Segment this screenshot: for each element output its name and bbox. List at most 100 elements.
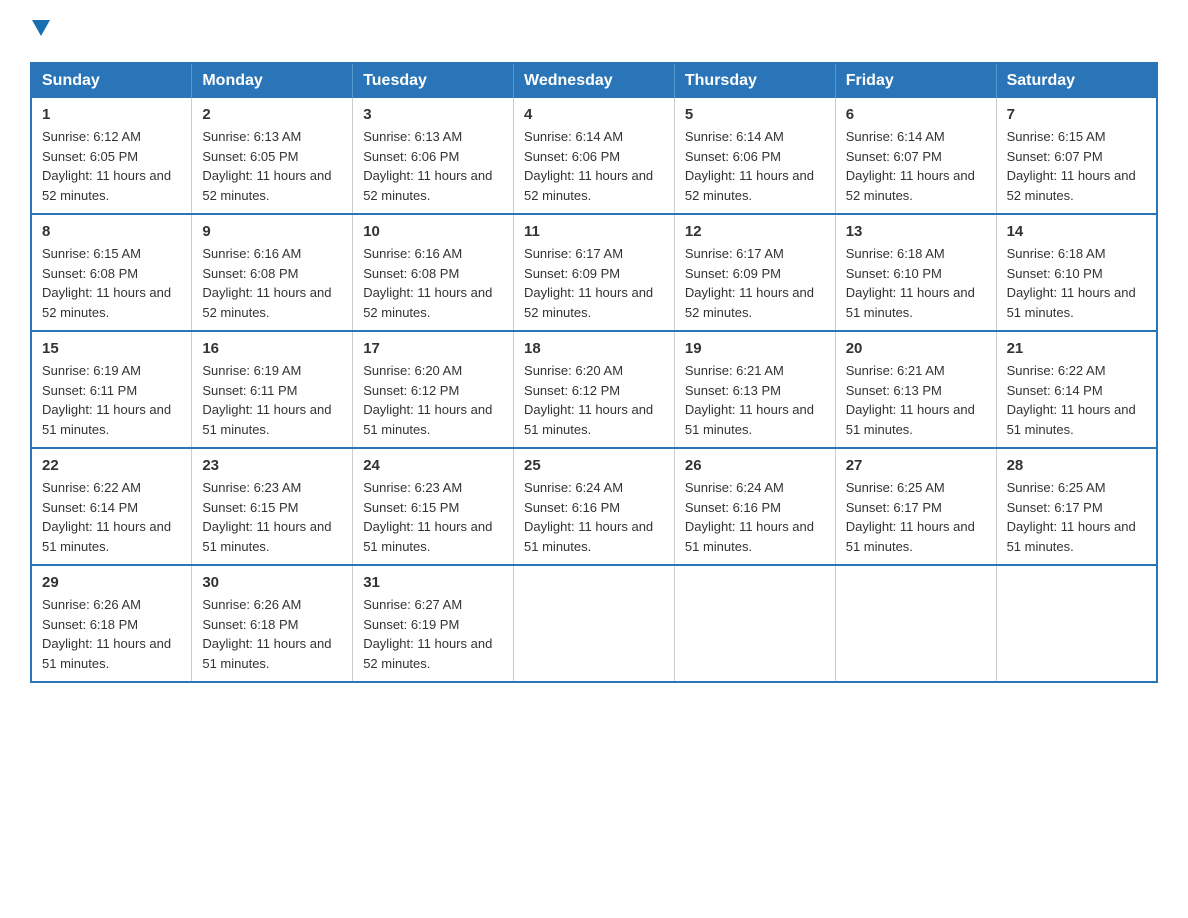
day-number: 1 — [42, 106, 181, 123]
calendar-cell: 4 Sunrise: 6:14 AMSunset: 6:06 PMDayligh… — [514, 98, 675, 214]
day-info: Sunrise: 6:21 AMSunset: 6:13 PMDaylight:… — [846, 363, 975, 437]
column-header-tuesday: Tuesday — [353, 63, 514, 98]
column-header-thursday: Thursday — [674, 63, 835, 98]
day-info: Sunrise: 6:20 AMSunset: 6:12 PMDaylight:… — [363, 363, 492, 437]
day-info: Sunrise: 6:13 AMSunset: 6:05 PMDaylight:… — [202, 129, 331, 203]
day-info: Sunrise: 6:18 AMSunset: 6:10 PMDaylight:… — [846, 246, 975, 320]
calendar-cell: 2 Sunrise: 6:13 AMSunset: 6:05 PMDayligh… — [192, 98, 353, 214]
calendar-cell: 12 Sunrise: 6:17 AMSunset: 6:09 PMDaylig… — [674, 214, 835, 331]
calendar-cell — [835, 565, 996, 682]
day-number: 3 — [363, 106, 503, 123]
day-number: 17 — [363, 340, 503, 357]
calendar-week-row: 1 Sunrise: 6:12 AMSunset: 6:05 PMDayligh… — [31, 98, 1157, 214]
day-info: Sunrise: 6:19 AMSunset: 6:11 PMDaylight:… — [42, 363, 171, 437]
day-info: Sunrise: 6:24 AMSunset: 6:16 PMDaylight:… — [524, 480, 653, 554]
calendar-table: SundayMondayTuesdayWednesdayThursdayFrid… — [30, 62, 1158, 683]
day-number: 28 — [1007, 457, 1146, 474]
day-info: Sunrise: 6:15 AMSunset: 6:07 PMDaylight:… — [1007, 129, 1136, 203]
calendar-cell: 1 Sunrise: 6:12 AMSunset: 6:05 PMDayligh… — [31, 98, 192, 214]
day-info: Sunrise: 6:27 AMSunset: 6:19 PMDaylight:… — [363, 597, 492, 671]
calendar-cell: 20 Sunrise: 6:21 AMSunset: 6:13 PMDaylig… — [835, 331, 996, 448]
day-number: 18 — [524, 340, 664, 357]
day-number: 4 — [524, 106, 664, 123]
calendar-cell: 16 Sunrise: 6:19 AMSunset: 6:11 PMDaylig… — [192, 331, 353, 448]
calendar-cell: 18 Sunrise: 6:20 AMSunset: 6:12 PMDaylig… — [514, 331, 675, 448]
calendar-cell: 15 Sunrise: 6:19 AMSunset: 6:11 PMDaylig… — [31, 331, 192, 448]
calendar-cell: 21 Sunrise: 6:22 AMSunset: 6:14 PMDaylig… — [996, 331, 1157, 448]
day-number: 8 — [42, 223, 181, 240]
day-info: Sunrise: 6:26 AMSunset: 6:18 PMDaylight:… — [42, 597, 171, 671]
day-number: 30 — [202, 574, 342, 591]
column-header-saturday: Saturday — [996, 63, 1157, 98]
day-info: Sunrise: 6:25 AMSunset: 6:17 PMDaylight:… — [846, 480, 975, 554]
day-number: 23 — [202, 457, 342, 474]
day-number: 25 — [524, 457, 664, 474]
day-number: 6 — [846, 106, 986, 123]
page-header — [30, 20, 1158, 42]
calendar-cell — [514, 565, 675, 682]
day-info: Sunrise: 6:14 AMSunset: 6:07 PMDaylight:… — [846, 129, 975, 203]
day-number: 27 — [846, 457, 986, 474]
calendar-cell: 30 Sunrise: 6:26 AMSunset: 6:18 PMDaylig… — [192, 565, 353, 682]
day-info: Sunrise: 6:14 AMSunset: 6:06 PMDaylight:… — [685, 129, 814, 203]
column-header-friday: Friday — [835, 63, 996, 98]
day-number: 22 — [42, 457, 181, 474]
day-number: 14 — [1007, 223, 1146, 240]
day-info: Sunrise: 6:17 AMSunset: 6:09 PMDaylight:… — [685, 246, 814, 320]
calendar-cell — [996, 565, 1157, 682]
day-info: Sunrise: 6:25 AMSunset: 6:17 PMDaylight:… — [1007, 480, 1136, 554]
day-number: 24 — [363, 457, 503, 474]
calendar-cell: 9 Sunrise: 6:16 AMSunset: 6:08 PMDayligh… — [192, 214, 353, 331]
day-number: 19 — [685, 340, 825, 357]
calendar-header-row: SundayMondayTuesdayWednesdayThursdayFrid… — [31, 63, 1157, 98]
day-info: Sunrise: 6:18 AMSunset: 6:10 PMDaylight:… — [1007, 246, 1136, 320]
calendar-cell: 23 Sunrise: 6:23 AMSunset: 6:15 PMDaylig… — [192, 448, 353, 565]
day-number: 5 — [685, 106, 825, 123]
day-number: 21 — [1007, 340, 1146, 357]
calendar-cell: 10 Sunrise: 6:16 AMSunset: 6:08 PMDaylig… — [353, 214, 514, 331]
day-number: 16 — [202, 340, 342, 357]
day-number: 11 — [524, 223, 664, 240]
calendar-cell: 27 Sunrise: 6:25 AMSunset: 6:17 PMDaylig… — [835, 448, 996, 565]
day-number: 12 — [685, 223, 825, 240]
calendar-cell: 26 Sunrise: 6:24 AMSunset: 6:16 PMDaylig… — [674, 448, 835, 565]
column-header-monday: Monday — [192, 63, 353, 98]
day-info: Sunrise: 6:22 AMSunset: 6:14 PMDaylight:… — [42, 480, 171, 554]
calendar-cell: 17 Sunrise: 6:20 AMSunset: 6:12 PMDaylig… — [353, 331, 514, 448]
calendar-cell: 8 Sunrise: 6:15 AMSunset: 6:08 PMDayligh… — [31, 214, 192, 331]
day-number: 31 — [363, 574, 503, 591]
calendar-cell: 29 Sunrise: 6:26 AMSunset: 6:18 PMDaylig… — [31, 565, 192, 682]
calendar-cell: 13 Sunrise: 6:18 AMSunset: 6:10 PMDaylig… — [835, 214, 996, 331]
calendar-cell: 14 Sunrise: 6:18 AMSunset: 6:10 PMDaylig… — [996, 214, 1157, 331]
day-info: Sunrise: 6:16 AMSunset: 6:08 PMDaylight:… — [363, 246, 492, 320]
day-info: Sunrise: 6:13 AMSunset: 6:06 PMDaylight:… — [363, 129, 492, 203]
calendar-week-row: 15 Sunrise: 6:19 AMSunset: 6:11 PMDaylig… — [31, 331, 1157, 448]
day-number: 20 — [846, 340, 986, 357]
column-header-sunday: Sunday — [31, 63, 192, 98]
day-info: Sunrise: 6:19 AMSunset: 6:11 PMDaylight:… — [202, 363, 331, 437]
day-info: Sunrise: 6:14 AMSunset: 6:06 PMDaylight:… — [524, 129, 653, 203]
day-number: 10 — [363, 223, 503, 240]
logo — [30, 20, 50, 42]
day-info: Sunrise: 6:17 AMSunset: 6:09 PMDaylight:… — [524, 246, 653, 320]
calendar-week-row: 22 Sunrise: 6:22 AMSunset: 6:14 PMDaylig… — [31, 448, 1157, 565]
calendar-week-row: 8 Sunrise: 6:15 AMSunset: 6:08 PMDayligh… — [31, 214, 1157, 331]
day-number: 29 — [42, 574, 181, 591]
calendar-cell — [674, 565, 835, 682]
day-number: 2 — [202, 106, 342, 123]
calendar-cell: 5 Sunrise: 6:14 AMSunset: 6:06 PMDayligh… — [674, 98, 835, 214]
calendar-cell: 7 Sunrise: 6:15 AMSunset: 6:07 PMDayligh… — [996, 98, 1157, 214]
day-number: 13 — [846, 223, 986, 240]
day-info: Sunrise: 6:20 AMSunset: 6:12 PMDaylight:… — [524, 363, 653, 437]
day-info: Sunrise: 6:12 AMSunset: 6:05 PMDaylight:… — [42, 129, 171, 203]
calendar-cell: 31 Sunrise: 6:27 AMSunset: 6:19 PMDaylig… — [353, 565, 514, 682]
calendar-cell: 22 Sunrise: 6:22 AMSunset: 6:14 PMDaylig… — [31, 448, 192, 565]
day-info: Sunrise: 6:21 AMSunset: 6:13 PMDaylight:… — [685, 363, 814, 437]
calendar-week-row: 29 Sunrise: 6:26 AMSunset: 6:18 PMDaylig… — [31, 565, 1157, 682]
calendar-cell: 24 Sunrise: 6:23 AMSunset: 6:15 PMDaylig… — [353, 448, 514, 565]
calendar-cell: 28 Sunrise: 6:25 AMSunset: 6:17 PMDaylig… — [996, 448, 1157, 565]
calendar-cell: 11 Sunrise: 6:17 AMSunset: 6:09 PMDaylig… — [514, 214, 675, 331]
calendar-cell: 6 Sunrise: 6:14 AMSunset: 6:07 PMDayligh… — [835, 98, 996, 214]
day-info: Sunrise: 6:15 AMSunset: 6:08 PMDaylight:… — [42, 246, 171, 320]
day-info: Sunrise: 6:23 AMSunset: 6:15 PMDaylight:… — [363, 480, 492, 554]
